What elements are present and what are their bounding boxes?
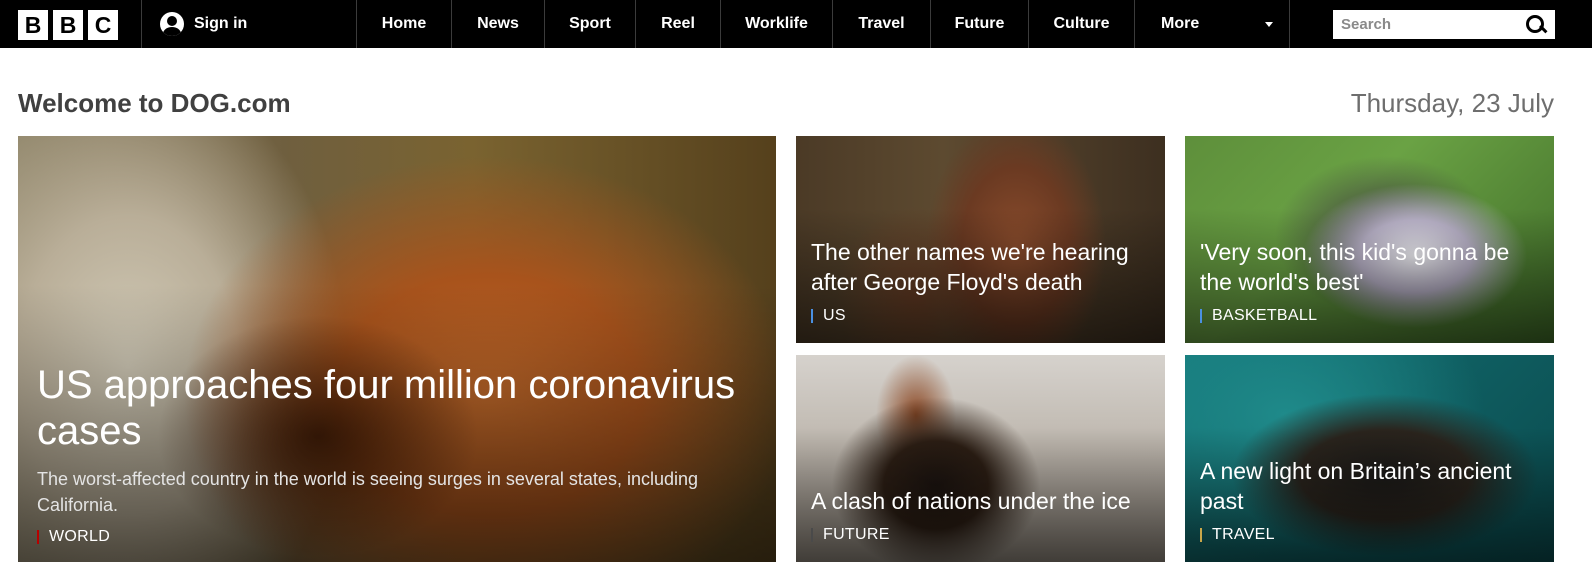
story-tag[interactable]: WORLD: [37, 528, 761, 546]
story-card[interactable]: 'Very soon, this kid's gonna be the worl…: [1185, 136, 1554, 343]
nav-item-reel[interactable]: Reel: [635, 0, 720, 48]
hero-story-card[interactable]: US approaches four million coronavirus c…: [18, 136, 776, 562]
story-title: A new light on Britain’s ancient past: [1200, 458, 1512, 514]
search-box: [1333, 10, 1555, 39]
story-title: A clash of nations under the ice: [811, 488, 1131, 514]
story-content: A new light on Britain’s ancient past TR…: [1200, 456, 1539, 544]
story-title: US approaches four million coronavirus c…: [37, 363, 736, 453]
logo-letter: B: [53, 10, 83, 40]
chevron-down-icon: [1265, 21, 1273, 27]
nav-item-travel[interactable]: Travel: [832, 0, 930, 48]
current-date: Thursday, 23 July: [1350, 88, 1554, 118]
story-card[interactable]: A new light on Britain’s ancient past TR…: [1185, 355, 1554, 562]
user-icon: [160, 12, 184, 36]
tag-accent-bar: [811, 309, 813, 323]
nav-item-home[interactable]: Home: [356, 0, 451, 48]
nav-item-sport[interactable]: Sport: [544, 0, 635, 48]
story-content: 'Very soon, this kid's gonna be the worl…: [1200, 237, 1539, 325]
tag-label: US: [823, 307, 846, 324]
tag-label: TRAVEL: [1212, 526, 1275, 543]
tag-accent-bar: [1200, 309, 1202, 323]
nav-item-more[interactable]: More: [1134, 0, 1290, 48]
search-input[interactable]: [1341, 16, 1511, 33]
story-tag[interactable]: FUTURE: [811, 526, 1150, 544]
sign-in-label: Sign in: [194, 15, 248, 32]
tag-accent-bar: [1200, 528, 1202, 542]
sign-in-button[interactable]: Sign in: [160, 0, 247, 48]
story-content: The other names we're hearing after Geor…: [811, 237, 1150, 325]
story-card[interactable]: A clash of nations under the ice FUTURE: [796, 355, 1165, 562]
story-card[interactable]: The other names we're hearing after Geor…: [796, 136, 1165, 343]
story-content: A clash of nations under the ice FUTURE: [811, 486, 1150, 544]
tag-label: BASKETBALL: [1212, 307, 1318, 324]
logo-letter: B: [18, 10, 48, 40]
tag-label: FUTURE: [823, 526, 890, 543]
search-icon[interactable]: [1525, 14, 1547, 36]
story-tag[interactable]: US: [811, 307, 1150, 325]
top-navigation-bar: B B C Sign in Home News Sport Reel Workl…: [0, 0, 1592, 48]
story-summary: The worst-affected country in the world …: [37, 469, 698, 515]
story-tag[interactable]: TRAVEL: [1200, 526, 1539, 544]
nav-item-future[interactable]: Future: [930, 0, 1028, 48]
story-content: US approaches four million coronavirus c…: [37, 362, 761, 546]
nav-divider: [141, 0, 142, 48]
logo-letter: C: [88, 10, 118, 40]
main-nav: Home News Sport Reel Worklife Travel Fut…: [356, 0, 1290, 48]
nav-item-news[interactable]: News: [451, 0, 544, 48]
tag-accent-bar: [37, 530, 39, 544]
page-title: Welcome to DOG.com: [18, 88, 291, 118]
bbc-logo[interactable]: B B C: [18, 10, 118, 40]
tag-accent-bar: [811, 528, 813, 542]
story-tag[interactable]: BASKETBALL: [1200, 307, 1539, 325]
nav-item-culture[interactable]: Culture: [1028, 0, 1134, 48]
nav-item-worklife[interactable]: Worklife: [720, 0, 832, 48]
tag-label: WORLD: [49, 528, 111, 545]
story-title: 'Very soon, this kid's gonna be the worl…: [1200, 239, 1510, 295]
more-label: More: [1161, 15, 1200, 32]
story-title: The other names we're hearing after Geor…: [811, 239, 1129, 295]
